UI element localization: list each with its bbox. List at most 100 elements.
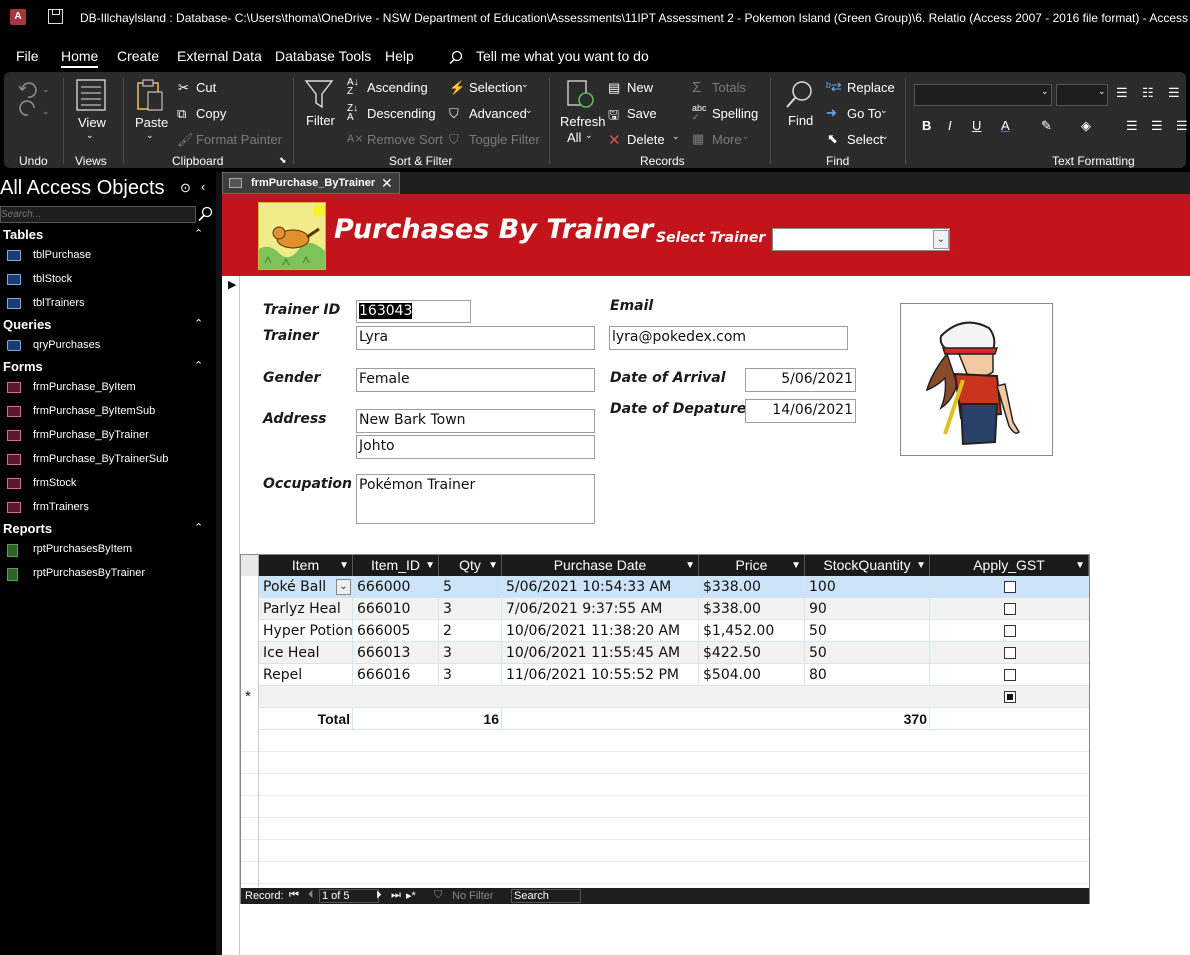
- cell-stock-quantity[interactable]: 50: [805, 620, 930, 642]
- font-color-icon[interactable]: A: [1001, 118, 1010, 133]
- nav-item-frmpurchase-byitemsub[interactable]: frmPurchase_ByItemSub: [33, 405, 155, 417]
- tell-me-search[interactable]: Tell me what you want to do: [476, 48, 649, 64]
- replace-button[interactable]: Replace: [847, 80, 895, 95]
- cell-qty[interactable]: 3: [439, 664, 502, 686]
- nav-item-frmtrainers[interactable]: frmTrainers: [33, 501, 89, 513]
- cell-purchase-date[interactable]: 11/06/2021 10:55:52 PM: [502, 664, 699, 686]
- new-record-button[interactable]: New: [627, 80, 653, 95]
- tab-frmpurchase-bytrainer[interactable]: frmPurchase_ByTrainer ✕: [222, 172, 400, 194]
- bold-icon[interactable]: B: [922, 118, 931, 133]
- first-record-icon[interactable]: ⏮: [289, 889, 299, 902]
- view-dropdown-icon[interactable]: ⌄: [86, 130, 94, 141]
- select-trainer-dropdown-icon[interactable]: ⌄: [933, 230, 949, 249]
- goto-dropdown-icon[interactable]: ⌄: [880, 105, 888, 116]
- toggle-filter-button[interactable]: Toggle Filter: [469, 132, 540, 147]
- cell-item-id[interactable]: 666013: [353, 642, 439, 664]
- column-filter-dropdown-icon[interactable]: ▼: [425, 555, 435, 576]
- collapse-reports-icon[interactable]: ⌃: [194, 521, 203, 534]
- nav-item-rptpurchasesbyitem[interactable]: rptPurchasesByItem: [33, 543, 132, 555]
- spelling-button[interactable]: Spelling: [712, 106, 758, 121]
- undo-redo-icon[interactable]: ⌄⌄: [16, 78, 52, 118]
- cell-item[interactable]: Ice Heal: [259, 642, 353, 664]
- next-record-icon[interactable]: ⏵: [376, 889, 382, 902]
- highlight-icon[interactable]: ✎: [1041, 118, 1052, 134]
- cut-button[interactable]: Cut: [196, 80, 216, 95]
- cell-qty[interactable]: 2: [439, 620, 502, 642]
- nav-search-input[interactable]: [0, 206, 196, 223]
- apply-gst-checkbox[interactable]: [1004, 669, 1016, 681]
- apply-gst-checkbox[interactable]: [1004, 647, 1016, 659]
- trainer-field[interactable]: Lyra: [356, 326, 595, 350]
- last-record-icon[interactable]: ⏭: [391, 889, 401, 902]
- fill-color-icon[interactable]: ◈: [1081, 118, 1091, 134]
- cell-purchase-date[interactable]: 7/06/2021 9:37:55 AM: [502, 598, 699, 620]
- column-header-apply-gst[interactable]: Apply_GST ▼: [930, 555, 1089, 576]
- font-name-dropdown-icon[interactable]: ⌄: [1041, 86, 1049, 97]
- cell-item-id[interactable]: 666016: [353, 664, 439, 686]
- email-field[interactable]: lyra@pokedex.com: [609, 326, 848, 350]
- bullets-icon[interactable]: ☰: [1116, 85, 1128, 101]
- advanced-button[interactable]: Advanced: [469, 106, 527, 121]
- cell-item[interactable]: Parlyz Heal: [259, 598, 353, 620]
- apply-gst-checkbox-default[interactable]: [1004, 691, 1016, 703]
- table-row[interactable]: Parlyz Heal 666010 3 7/06/2021 9:37:55 A…: [241, 598, 1089, 620]
- underline-icon[interactable]: U: [972, 118, 981, 133]
- copy-icon[interactable]: ⧉: [177, 106, 186, 122]
- trainer-id-field[interactable]: 163043: [356, 300, 471, 323]
- filter-status[interactable]: No Filter: [452, 890, 494, 902]
- nav-section-tables[interactable]: Tables: [3, 227, 43, 242]
- cell-qty[interactable]: 3: [439, 598, 502, 620]
- apply-gst-checkbox[interactable]: [1004, 581, 1016, 593]
- cut-icon[interactable]: ✂: [178, 80, 189, 96]
- occupation-field[interactable]: Pokémon Trainer: [356, 474, 595, 524]
- clipboard-launcher-icon[interactable]: ⬊: [279, 155, 287, 166]
- nav-menu-icon[interactable]: ⊙: [180, 180, 191, 196]
- cell-purchase-date[interactable]: 5/06/2021 10:54:33 AM: [502, 576, 699, 598]
- select-dropdown-icon[interactable]: ⌄: [881, 131, 889, 142]
- indent-icon[interactable]: ☰: [1168, 85, 1180, 101]
- collapse-forms-icon[interactable]: ⌃: [194, 359, 203, 372]
- apply-gst-checkbox[interactable]: [1004, 603, 1016, 615]
- access-app-icon[interactable]: A: [10, 9, 26, 25]
- paste-icon[interactable]: [136, 78, 166, 112]
- cell-price[interactable]: $422.50: [699, 642, 805, 664]
- delete-dropdown-icon[interactable]: ⌄: [672, 131, 680, 142]
- nav-title[interactable]: All Access Objects: [0, 177, 165, 200]
- numbering-icon[interactable]: ☷: [1142, 85, 1154, 101]
- paste-button[interactable]: Paste: [135, 115, 168, 130]
- row-selector[interactable]: [241, 620, 259, 642]
- cell-stock-quantity[interactable]: 50: [805, 642, 930, 664]
- delete-button[interactable]: Delete: [627, 132, 665, 147]
- collapse-queries-icon[interactable]: ⌃: [194, 317, 203, 330]
- nav-section-queries[interactable]: Queries: [3, 317, 51, 332]
- column-filter-dropdown-icon[interactable]: ▼: [1075, 555, 1085, 576]
- ascending-button[interactable]: Ascending: [367, 80, 428, 95]
- table-row[interactable]: Repel 666016 3 11/06/2021 10:55:52 PM $5…: [241, 664, 1089, 686]
- cell-qty[interactable]: 5: [439, 576, 502, 598]
- cell-stock-quantity[interactable]: 80: [805, 664, 930, 686]
- column-filter-dropdown-icon[interactable]: ▼: [339, 555, 349, 576]
- cell-item-id[interactable]: 666000: [353, 576, 439, 598]
- new-blank-record-icon[interactable]: ▸*: [406, 889, 416, 902]
- column-header-item-id[interactable]: Item_ID ▼: [353, 555, 439, 576]
- nav-item-rptpurchasesbytrainer[interactable]: rptPurchasesByTrainer: [33, 567, 145, 579]
- totals-button[interactable]: Totals: [712, 80, 746, 95]
- cell-stock-quantity[interactable]: 100: [805, 576, 930, 598]
- menu-help[interactable]: Help: [385, 48, 414, 64]
- record-search-input[interactable]: Search: [511, 889, 581, 903]
- refresh-button[interactable]: Refresh: [560, 114, 606, 129]
- column-filter-dropdown-icon[interactable]: ▼: [685, 555, 695, 576]
- cell-price[interactable]: $338.00: [699, 576, 805, 598]
- cell-item-id[interactable]: 666010: [353, 598, 439, 620]
- menu-home[interactable]: Home: [61, 48, 99, 68]
- table-row[interactable]: Poké Ball ⌄ 666000 5 5/06/2021 10:54:33 …: [241, 576, 1089, 598]
- cell-price[interactable]: $504.00: [699, 664, 805, 686]
- cell-item[interactable]: Hyper Potion: [259, 620, 353, 642]
- advanced-dropdown-icon[interactable]: ⌄: [525, 105, 533, 116]
- nav-section-reports[interactable]: Reports: [3, 521, 52, 536]
- row-selector[interactable]: [241, 664, 259, 686]
- table-row[interactable]: Ice Heal 666013 3 10/06/2021 11:55:45 AM…: [241, 642, 1089, 664]
- view-button[interactable]: View: [78, 115, 106, 130]
- refresh-all-label[interactable]: All: [567, 130, 581, 145]
- format-painter-button[interactable]: Format Painter: [196, 132, 282, 147]
